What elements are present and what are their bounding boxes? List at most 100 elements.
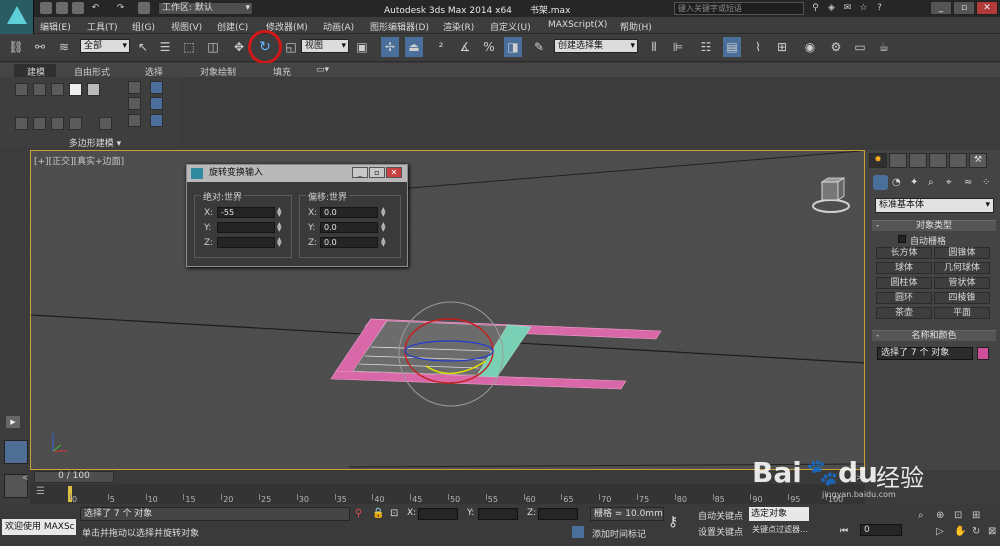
bind-space-warp-icon[interactable]: ≋ xyxy=(55,37,73,57)
element-mode-icon[interactable] xyxy=(87,83,100,96)
maximize-button[interactable]: ▫ xyxy=(953,1,975,15)
ribbon-toggle-icon[interactable]: ▤ xyxy=(723,37,741,57)
menu-graph-editors[interactable]: 图形编辑器(D) xyxy=(370,20,429,33)
isolate-selection-icon[interactable]: ⚲ xyxy=(355,508,362,519)
collapse-stack-icon[interactable] xyxy=(99,117,112,130)
border-mode-icon[interactable] xyxy=(51,83,64,96)
time-slider[interactable] xyxy=(30,470,865,484)
loop-icon[interactable] xyxy=(69,117,82,130)
shapes-icon[interactable]: ◔ xyxy=(892,177,901,188)
torus-button[interactable]: 圆环 xyxy=(876,292,932,304)
set-key-button[interactable]: 设置关键点 xyxy=(698,525,743,538)
align-icon[interactable]: ⊫ xyxy=(669,37,687,57)
minimize-button[interactable]: _ xyxy=(930,1,952,15)
rendered-frame-icon[interactable]: ▭ xyxy=(851,37,869,57)
prev-frame-icon[interactable]: < xyxy=(22,473,29,482)
off-z-field[interactable]: 0.0 xyxy=(320,237,378,248)
project-folder-icon[interactable] xyxy=(138,2,150,14)
grow-loop-icon[interactable] xyxy=(33,117,46,130)
select-manipulate-icon[interactable]: ✢ xyxy=(381,37,399,57)
binoculars-icon[interactable]: ⚲ xyxy=(810,3,821,14)
object-name-field[interactable]: 选择了 7 个 对象 xyxy=(877,347,973,360)
off-y-spinner[interactable]: ▲ ▼ xyxy=(381,222,386,233)
selection-lock-icon[interactable]: 🔒 xyxy=(372,508,384,519)
coord-y-field[interactable] xyxy=(478,508,518,520)
use-end-result-icon[interactable] xyxy=(150,114,163,127)
motion-tab-icon[interactable] xyxy=(929,153,947,168)
field-of-view-icon[interactable]: ▷ xyxy=(936,526,944,537)
object-type-rollout[interactable]: - 对象类型 xyxy=(872,220,996,231)
edit-named-selection-icon[interactable]: ✎ xyxy=(530,37,548,57)
abs-z-spinner[interactable]: ▲ ▼ xyxy=(277,237,282,248)
reference-coordinate-dropdown[interactable]: 视图 ▾ xyxy=(301,39,349,53)
search-input[interactable]: 键入关键字或短语 xyxy=(674,2,804,15)
modify-mode-icon[interactable] xyxy=(128,81,141,94)
favorites-icon[interactable]: ☆ xyxy=(858,3,869,14)
geometry-icon[interactable] xyxy=(873,175,888,190)
dialog-close-button[interactable]: ✕ xyxy=(386,167,402,178)
menu-create[interactable]: 创建(C) xyxy=(217,20,248,33)
abs-z-field[interactable] xyxy=(217,237,275,248)
zoom-icon[interactable]: ⌕ xyxy=(918,510,924,521)
menu-views[interactable]: 视图(V) xyxy=(171,20,202,33)
app-menu-button[interactable] xyxy=(0,0,34,34)
mini-curve-editor-icon[interactable]: ☰ xyxy=(36,486,45,497)
menu-group[interactable]: 组(G) xyxy=(132,20,155,33)
schematic-view-icon[interactable]: ⊞ xyxy=(773,37,791,57)
unlink-icon[interactable]: ⚯ xyxy=(31,37,49,57)
zoom-extents-icon[interactable]: ⊡ xyxy=(954,510,962,521)
select-and-link-icon[interactable]: ⛓ xyxy=(7,37,25,57)
set-key-icon[interactable]: ⚷ xyxy=(668,514,678,530)
off-x-spinner[interactable]: ▲ ▼ xyxy=(381,207,386,218)
vertex-mode-icon[interactable] xyxy=(15,83,28,96)
name-color-rollout[interactable]: - 名称和颜色 xyxy=(872,330,996,341)
workspace-dropdown[interactable]: 工作区: 默认 ▾ xyxy=(158,2,253,15)
key-mode-dropdown[interactable]: 选定对象 xyxy=(749,507,809,521)
named-selection-dropdown[interactable]: 创建选择集 ▾ xyxy=(554,39,638,53)
utilities-tab-icon[interactable]: ⚒ xyxy=(969,153,987,168)
polygon-mode-icon[interactable] xyxy=(69,83,82,96)
menu-animation[interactable]: 动画(A) xyxy=(323,20,354,33)
off-x-field[interactable]: 0.0 xyxy=(320,207,378,218)
box-button[interactable]: 长方体 xyxy=(876,247,932,259)
object-color-swatch[interactable] xyxy=(977,347,989,360)
cylinder-button[interactable]: 圆柱体 xyxy=(876,277,932,289)
helpers-icon[interactable]: ⌖ xyxy=(946,177,952,188)
menu-help[interactable]: 帮助(H) xyxy=(620,20,652,33)
select-and-move-icon[interactable]: ✥ xyxy=(230,37,248,57)
ribbon-options-icon[interactable]: ▭▾ xyxy=(316,65,329,75)
current-frame-field[interactable]: 0 xyxy=(860,524,902,536)
snaps-toggle-icon[interactable]: ² xyxy=(432,37,450,57)
time-tag-icon[interactable] xyxy=(572,526,584,538)
render-production-icon[interactable]: ☕ xyxy=(875,37,893,57)
ignore-backfacing-icon[interactable] xyxy=(128,97,141,110)
lights-icon[interactable]: ✦ xyxy=(910,177,918,188)
pyramid-button[interactable]: 四棱锥 xyxy=(934,292,990,304)
off-z-spinner[interactable]: ▲ ▼ xyxy=(381,237,386,248)
open-file-icon[interactable] xyxy=(56,2,68,14)
sphere-button[interactable]: 球体 xyxy=(876,262,932,274)
layer-manager-icon[interactable]: ☷ xyxy=(697,37,715,57)
tube-button[interactable]: 管状体 xyxy=(934,277,990,289)
modify-tab-icon[interactable] xyxy=(889,153,907,168)
select-by-name-icon[interactable]: ☰ xyxy=(156,37,174,57)
undo-icon[interactable]: ↶ xyxy=(90,3,101,14)
cameras-icon[interactable]: ⌕ xyxy=(928,177,934,188)
zoom-all-icon[interactable]: ⊕ xyxy=(936,510,944,521)
maximize-viewport-icon[interactable] xyxy=(4,440,28,464)
tab-populate[interactable]: 填充 xyxy=(273,65,291,78)
angle-snap-icon[interactable]: ∡ xyxy=(456,37,474,57)
edge-mode-icon[interactable] xyxy=(33,83,46,96)
menu-maxscript[interactable]: MAXScript(X) xyxy=(548,20,607,30)
teapot-button[interactable]: 茶壶 xyxy=(876,307,932,319)
key-filters-button[interactable]: 关键点过滤器... xyxy=(752,524,808,535)
pivot-center-icon[interactable]: ▣ xyxy=(353,37,371,57)
ring-icon[interactable] xyxy=(51,117,64,130)
dialog-maximize-button[interactable]: ▫ xyxy=(369,167,385,178)
zoom-extents-all-icon[interactable]: ⊞ xyxy=(972,510,980,521)
spinner-snap-icon[interactable]: ◨ xyxy=(504,37,522,57)
space-warps-icon[interactable]: ≈ xyxy=(964,177,972,188)
hierarchy-tab-icon[interactable] xyxy=(909,153,927,168)
menu-rendering[interactable]: 渲染(R) xyxy=(443,20,474,33)
plane-button[interactable]: 平面 xyxy=(934,307,990,319)
